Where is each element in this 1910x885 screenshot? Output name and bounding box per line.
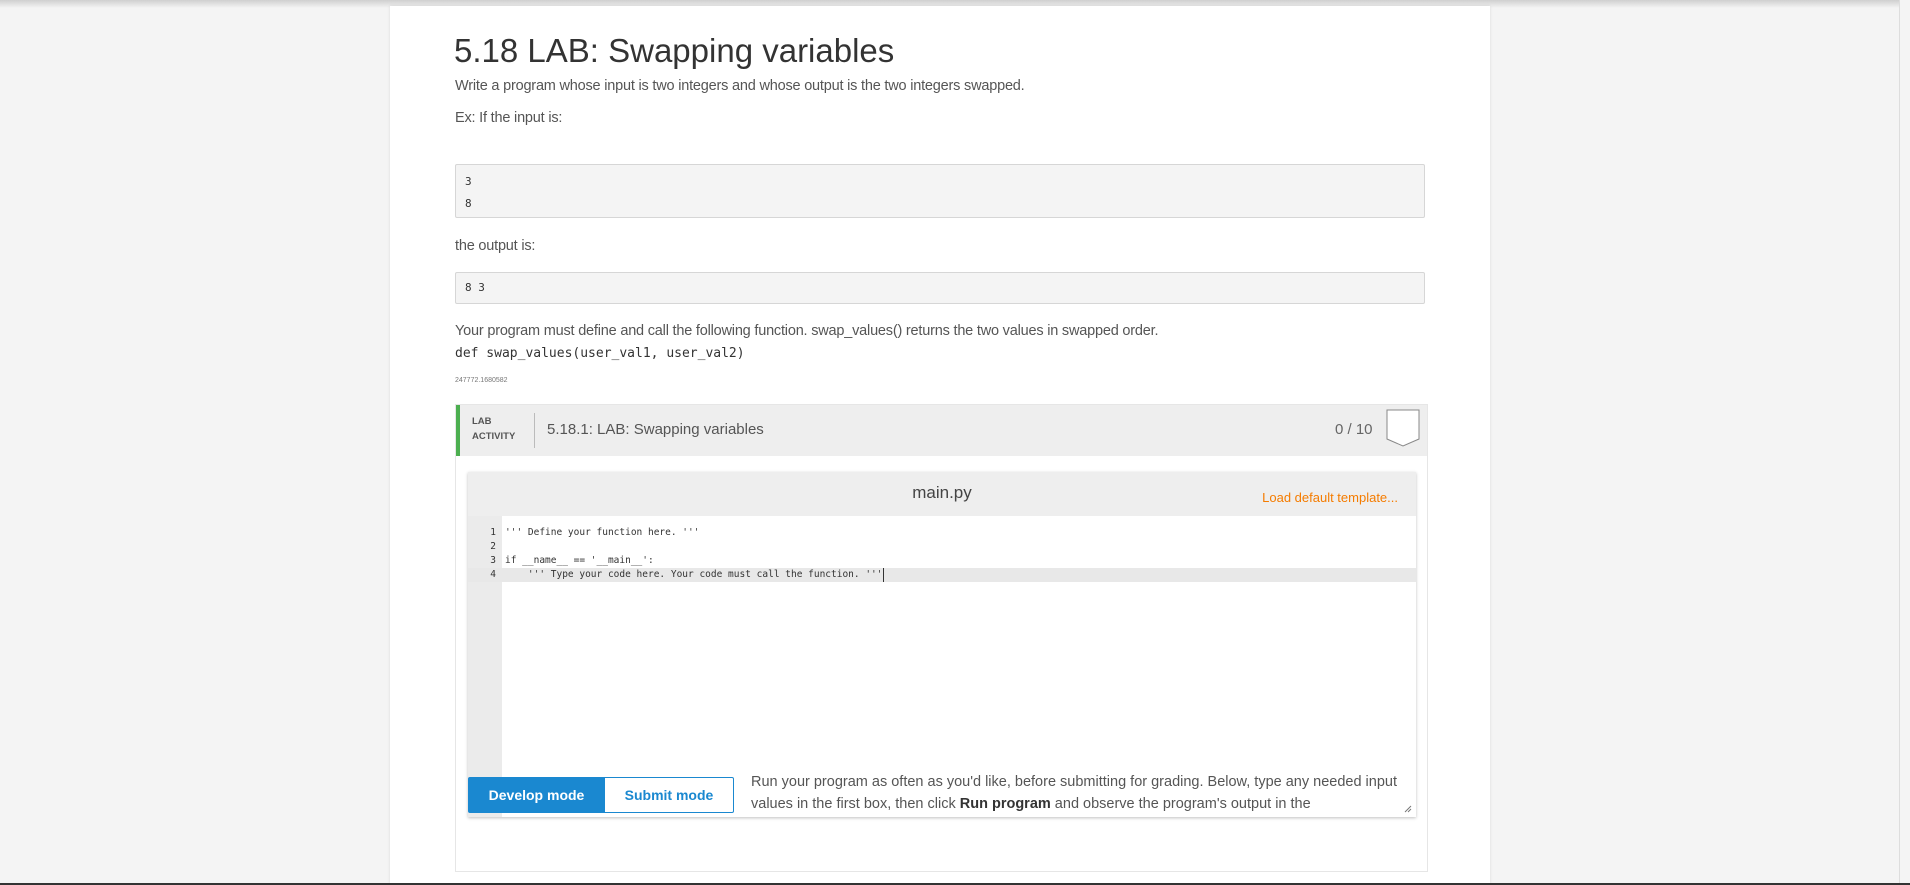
code-line[interactable]: 3 if __name__ == '__main__': [468,554,1416,568]
line-number: 2 [490,541,496,552]
lab-activity: LAB ACTIVITY 5.18.1: LAB: Swapping varia… [455,404,1428,872]
code-line-active[interactable]: 4 ''' Type your code here. Your code mus… [468,568,1416,582]
info-text: and observe the program's output in the [1050,796,1311,812]
divider [534,413,535,448]
lab-id: 247772.1680582 [455,377,508,384]
output-label: the output is: [455,238,536,254]
code-text: ''' Define your function here. ''' [505,527,700,538]
code-line[interactable]: 1 ''' Define your function here. ''' [468,526,1416,540]
example-input-line: 3 [465,175,472,188]
mode-instructions: Run your program as often as you'd like,… [751,771,1431,815]
line-number: 1 [490,527,496,538]
lab-title: 5.18.1: LAB: Swapping variables [547,421,764,438]
line-number: 3 [490,555,496,566]
develop-mode-button[interactable]: Develop mode [468,777,605,813]
code-line[interactable]: 2 [468,540,1416,554]
example-output-box: 8 3 [455,272,1425,304]
function-signature: def swap_values(user_val1, user_val2) [455,346,745,361]
bookmark-icon[interactable] [1386,409,1420,447]
function-note: Your program must define and call the fo… [455,323,1159,339]
lab-tag-line: ACTIVITY [472,431,516,442]
lab-tag-line: LAB [472,416,492,427]
description: Write a program whose input is two integ… [455,78,1025,94]
code-editor: main.py Load default template... 1 ''' De… [468,472,1416,817]
editor-header: main.py Load default template... [468,472,1416,516]
example-label: Ex: If the input is: [455,110,563,126]
lab-activity-tag: LAB ACTIVITY [472,414,515,444]
info-bold: Run program [959,796,1051,812]
scrollbar[interactable] [1899,0,1910,885]
score: 0 / 10 [1335,421,1373,438]
code-text: if __name__ == '__main__': [505,555,654,566]
example-input-line: 8 [465,197,472,210]
lab-header: LAB ACTIVITY 5.18.1: LAB: Swapping varia… [456,405,1427,456]
submit-mode-button[interactable]: Submit mode [604,777,734,813]
line-number: 4 [490,569,496,580]
page-title: 5.18 LAB: Swapping variables [454,32,895,69]
example-input-box: 3 8 [455,164,1425,218]
load-default-template-link[interactable]: Load default template... [1262,490,1398,505]
content-panel: 5.18 LAB: Swapping variables Write a pro… [390,6,1490,885]
code-text: ''' Type your code here. Your code must … [505,568,884,582]
